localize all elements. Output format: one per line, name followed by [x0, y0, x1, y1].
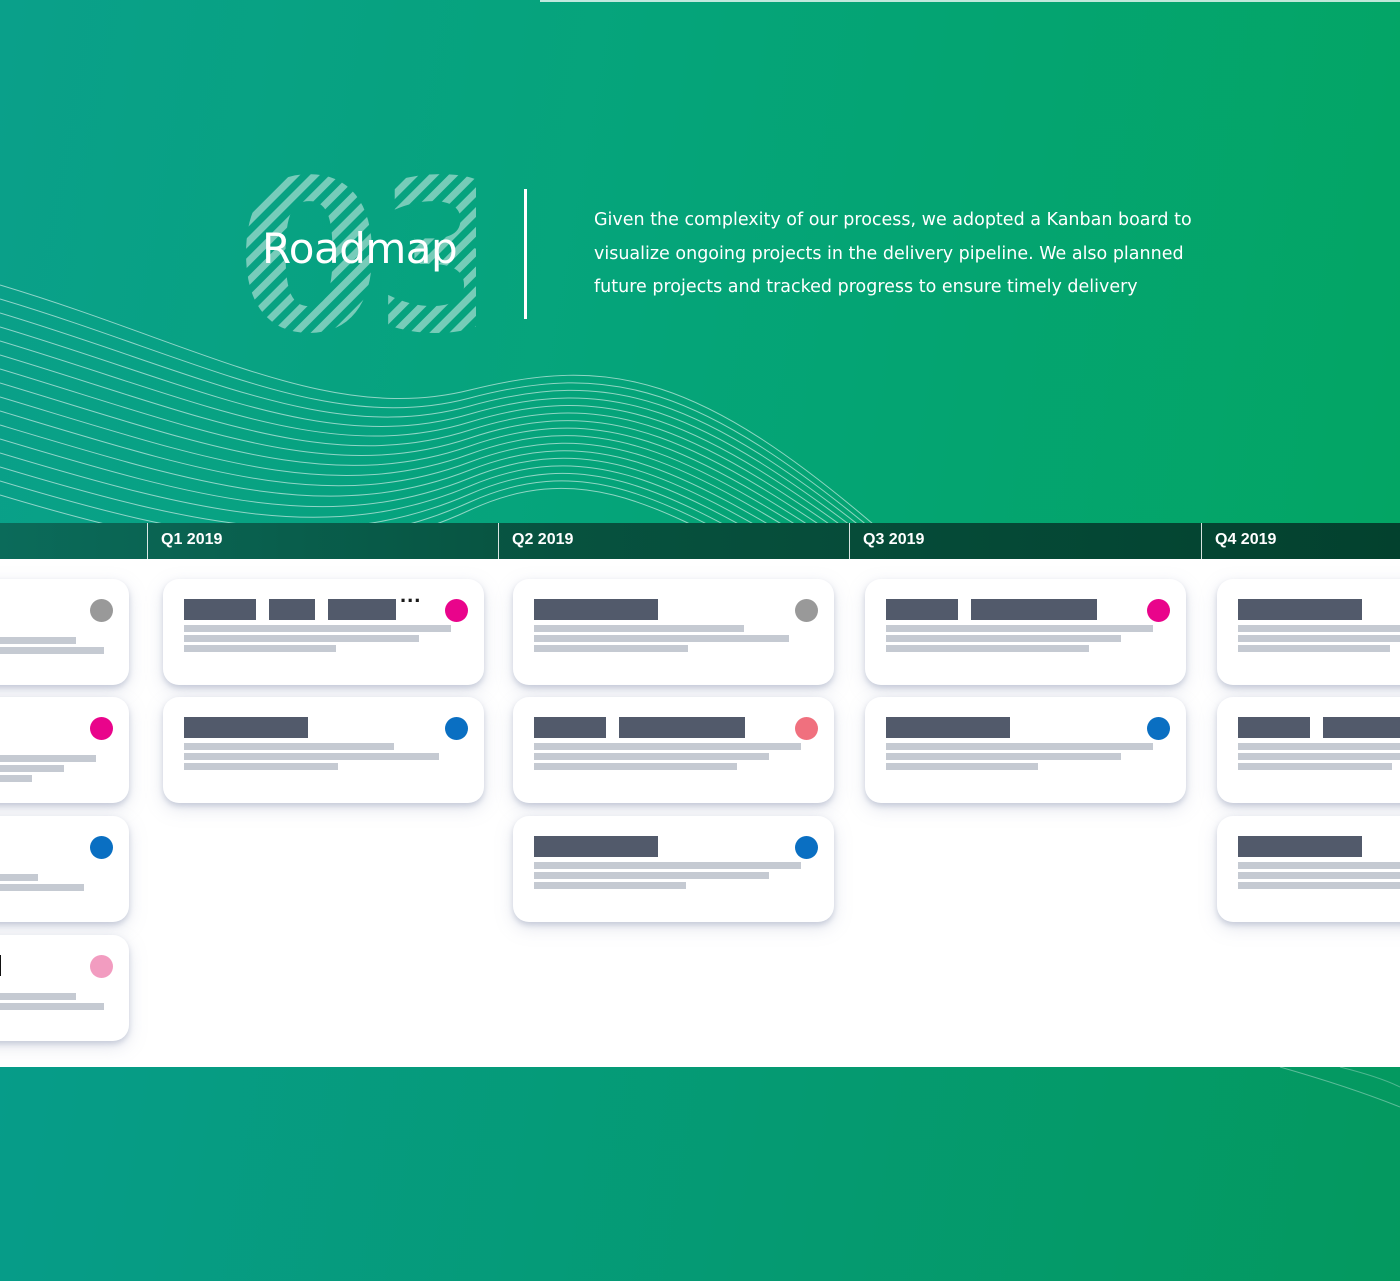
card-text-placeholder: [534, 872, 769, 879]
quarter-label-q4: Q4 2019: [1201, 523, 1276, 559]
card-text-placeholder: [534, 753, 769, 760]
card-text-placeholder: [184, 753, 439, 760]
roadmap-card[interactable]: [163, 697, 484, 803]
card-text-placeholder: [184, 645, 336, 652]
card-text-placeholder: [1238, 882, 1400, 889]
card-text-placeholder: [1238, 872, 1400, 879]
status-dot-gray: [795, 599, 818, 622]
card-text-placeholder: [534, 862, 801, 869]
card-title-placeholder: [0, 955, 1, 976]
status-dot-pink: [90, 955, 113, 978]
roadmap-card[interactable]: [513, 816, 834, 922]
card-title-placeholder: [1323, 717, 1400, 738]
card-text-placeholder: [1238, 763, 1392, 770]
card-text-placeholder: [1238, 753, 1400, 760]
card-title-placeholder: [619, 717, 745, 738]
card-text-placeholder: [0, 1003, 104, 1010]
quarter-label-q2: Q2 2019: [498, 523, 573, 559]
card-text-placeholder: [534, 763, 737, 770]
card-text-placeholder: [1238, 645, 1390, 652]
card-title-placeholder: [1238, 836, 1362, 857]
card-title-placeholder: [886, 717, 1010, 738]
roadmap-card[interactable]: [0, 697, 129, 803]
hero-section: 03 Roadmap Given the complexity of our p…: [0, 0, 1400, 560]
card-text-placeholder: [886, 743, 1153, 750]
card-text-placeholder: [1238, 862, 1400, 869]
quarter-label-q1: Q1 2019: [147, 523, 222, 559]
card-title-placeholder: [886, 599, 958, 620]
card-text-placeholder: [184, 625, 451, 632]
card-text-placeholder: [886, 635, 1121, 642]
card-title-placeholder: [328, 599, 396, 620]
card-text-placeholder: [0, 993, 76, 1000]
card-text-placeholder: [0, 755, 96, 762]
roadmap-card[interactable]: [865, 579, 1186, 685]
card-title-placeholder: [534, 836, 658, 857]
card-text-placeholder: [0, 647, 104, 654]
wave-line: [0, 326, 881, 549]
card-text-placeholder: [184, 763, 338, 770]
card-text-placeholder: [534, 625, 744, 632]
footer-band: [0, 1067, 1400, 1281]
roadmap-card[interactable]: [1217, 816, 1400, 922]
roadmap-card[interactable]: [513, 579, 834, 685]
card-title-placeholder: [269, 599, 315, 620]
card-text-placeholder: [534, 645, 688, 652]
card-text-placeholder: [184, 743, 394, 750]
status-dot-coral: [795, 717, 818, 740]
status-dot-magenta: [90, 717, 113, 740]
status-dot-blue: [1147, 717, 1170, 740]
card-text-placeholder: [0, 775, 32, 782]
status-dot-blue: [445, 717, 468, 740]
card-title-placeholder: [971, 599, 1097, 620]
card-text-placeholder: [0, 637, 76, 644]
card-text-placeholder: [886, 645, 1089, 652]
roadmap-card[interactable]: [865, 697, 1186, 803]
card-text-placeholder: [534, 882, 686, 889]
card-text-placeholder: [0, 874, 38, 881]
status-dot-magenta: [1147, 599, 1170, 622]
roadmap-card[interactable]: [0, 579, 129, 685]
roadmap-card[interactable]: [0, 935, 129, 1041]
card-text-placeholder: [0, 765, 64, 772]
card-text-placeholder: [1238, 625, 1400, 632]
card-title-placeholder: [184, 599, 256, 620]
card-title-placeholder: [534, 599, 658, 620]
roadmap-card[interactable]: [1217, 579, 1400, 685]
card-title-placeholder: [1238, 599, 1362, 620]
status-dot-blue: [90, 836, 113, 859]
status-dot-gray: [90, 599, 113, 622]
card-text-placeholder: [534, 743, 801, 750]
card-title-placeholder: [184, 717, 308, 738]
section-description: Given the complexity of our process, we …: [594, 210, 1192, 297]
status-dot-blue: [795, 836, 818, 859]
card-text-placeholder: [1238, 635, 1400, 642]
card-text-placeholder: [886, 753, 1121, 760]
roadmap-page: 03 Roadmap Given the complexity of our p…: [0, 0, 1400, 1281]
section-title: Roadmap: [262, 224, 458, 273]
card-text-placeholder: [886, 763, 1038, 770]
card-title-placeholder: [1238, 717, 1310, 738]
status-dot-magenta: [445, 599, 468, 622]
card-title-placeholder: [534, 717, 606, 738]
footer-decoration: [1279, 1067, 1400, 1108]
roadmap-card[interactable]: [1217, 697, 1400, 803]
card-text-placeholder: [886, 625, 1153, 632]
card-title-ellipsis: ...: [400, 582, 422, 607]
roadmap-card[interactable]: [0, 816, 129, 922]
title-divider: [524, 189, 527, 319]
card-text-placeholder: [1238, 743, 1400, 750]
quarter-timeline: Q1 2019 Q2 2019 Q3 2019 Q4 2019: [0, 523, 1400, 559]
kanban-board: ...: [0, 559, 1400, 1067]
card-text-placeholder: [534, 635, 789, 642]
quarter-label-q3: Q3 2019: [849, 523, 924, 559]
card-text-placeholder: [0, 884, 84, 891]
roadmap-card[interactable]: [513, 697, 834, 803]
card-text-placeholder: [184, 635, 419, 642]
roadmap-card[interactable]: ...: [163, 579, 484, 685]
